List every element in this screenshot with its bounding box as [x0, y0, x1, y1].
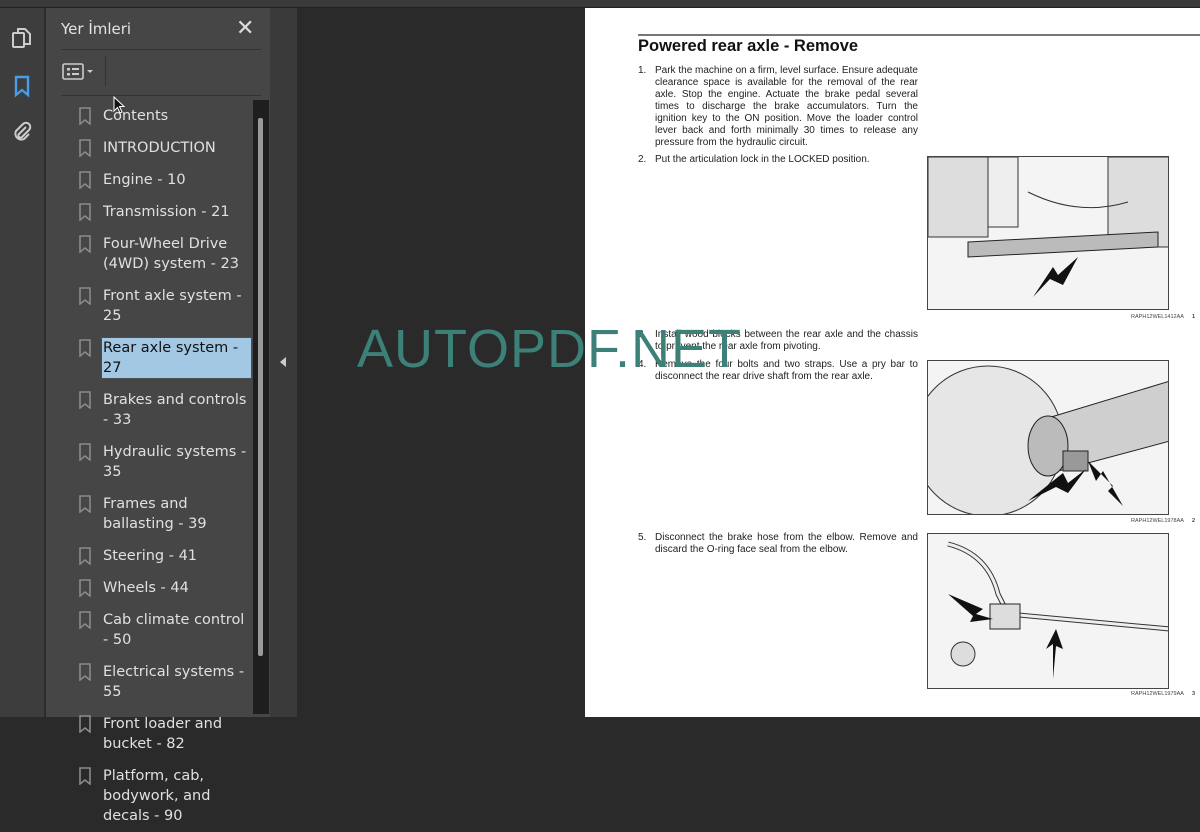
- bookmark-icon: [79, 107, 91, 125]
- panel-title: Yer İmleri: [61, 20, 132, 38]
- step-number: 1.: [638, 65, 647, 76]
- bookmark-icon: [79, 339, 91, 357]
- bookmark-label: Engine - 10: [103, 172, 186, 188]
- bookmark-item[interactable]: Four-Wheel Drive (4WD) system - 23: [61, 228, 256, 280]
- divider: [61, 49, 261, 50]
- bookmark-item[interactable]: Steering - 41: [61, 540, 256, 572]
- bookmark-item[interactable]: Wheels - 44: [61, 572, 256, 604]
- figure-2-image: [927, 360, 1169, 515]
- step-number: 5.: [638, 532, 647, 543]
- bookmark-label: Brakes and controls - 33: [103, 392, 247, 428]
- step-text: Park the machine on a firm, level surfac…: [655, 65, 918, 148]
- bookmark-label: Hydraulic systems - 35: [103, 444, 247, 480]
- bookmark-label: Four-Wheel Drive (4WD) system - 23: [103, 236, 239, 272]
- bookmarks-panel: Yer İmleri ✕ Contents INTRODUCTION Engine …: [46, 8, 270, 824]
- heading-rule: [638, 34, 1200, 36]
- bookmark-icon: [79, 391, 91, 409]
- bookmark-item[interactable]: Engine - 10: [61, 164, 256, 196]
- divider: [105, 56, 106, 86]
- step-2: 2. Put the articulation lock in the LOCKE…: [638, 154, 918, 166]
- mouse-cursor-icon: [113, 96, 126, 114]
- step-4: 4. Remove the four bolts and two straps. …: [638, 359, 918, 383]
- bookmark-label: Wheels - 44: [103, 580, 189, 596]
- panel-collapse-handle[interactable]: [270, 8, 297, 717]
- bookmark-item[interactable]: Front loader and bucket - 82: [61, 708, 256, 760]
- bookmark-item[interactable]: INTRODUCTION: [61, 132, 256, 164]
- bookmark-icon: [79, 203, 91, 221]
- figure-number: 1: [1191, 314, 1195, 320]
- figure-1-caption: RAPH12WEL1412AA 1: [1105, 314, 1195, 320]
- bookmark-item[interactable]: Brakes and controls - 33: [61, 384, 256, 436]
- bookmark-label: Front loader and bucket - 82: [103, 716, 223, 752]
- bookmark-icon: [79, 287, 91, 305]
- step-text: Install wood blocks between the rear axl…: [655, 329, 918, 352]
- bookmark-icon: [79, 171, 91, 189]
- bookmark-icon: [79, 495, 91, 513]
- top-toolbar: [0, 0, 1200, 8]
- bookmark-icon: [79, 579, 91, 597]
- bookmark-label: Front axle system - 25: [103, 288, 242, 324]
- step-text: Put the articulation lock in the LOCKED …: [655, 154, 870, 165]
- figure-number: 2: [1191, 518, 1195, 524]
- step-text: Disconnect the brake hose from the elbow…: [655, 532, 918, 555]
- bookmark-label: Electrical systems - 55: [103, 664, 245, 700]
- bookmark-label: Frames and ballasting - 39: [103, 496, 207, 532]
- step-number: 4.: [638, 359, 647, 370]
- bookmark-label: INTRODUCTION: [103, 140, 216, 156]
- bookmark-item[interactable]: Rear axle system - 27: [61, 332, 256, 384]
- bookmark-item[interactable]: Front axle system - 25: [61, 280, 256, 332]
- bookmark-list: Contents INTRODUCTION Engine - 10 Transmiss…: [61, 100, 256, 832]
- figure-number: 3: [1191, 691, 1195, 697]
- figure-code: RAPH12WEL1979AA: [1131, 691, 1184, 697]
- bookmark-icon: [79, 715, 91, 733]
- scrollbar-thumb[interactable]: [258, 118, 263, 656]
- step-number: 2.: [638, 154, 647, 165]
- document-page: Powered rear axle - Remove 1. Park the ma…: [585, 8, 1200, 717]
- bookmark-item[interactable]: Hydraulic systems - 35: [61, 436, 256, 488]
- attachment-icon[interactable]: [10, 120, 34, 144]
- bookmark-icon: [79, 235, 91, 253]
- figure-code: RAPH12WEL1978AA: [1131, 518, 1184, 524]
- bookmark-item[interactable]: Frames and ballasting - 39: [61, 488, 256, 540]
- figure-2-caption: RAPH12WEL1978AA 2: [1105, 518, 1195, 524]
- step-3: 3. Install wood blocks between the rear a…: [638, 329, 918, 353]
- step-text: Remove the four bolts and two straps. Us…: [655, 359, 918, 382]
- bookmark-item[interactable]: Transmission - 21: [61, 196, 256, 228]
- bookmark-label: Cab climate control - 50: [103, 612, 245, 648]
- bookmark-icon: [79, 547, 91, 565]
- figure-3-caption: RAPH12WEL1979AA 3: [1105, 691, 1195, 697]
- bookmark-item[interactable]: Cab climate control - 50: [61, 604, 256, 656]
- step-1: 1. Park the machine on a firm, level surf…: [638, 65, 918, 149]
- bookmark-icon: [79, 611, 91, 629]
- bookmark-label: Rear axle system - 27: [101, 337, 252, 379]
- close-icon[interactable]: ✕: [236, 16, 254, 41]
- bookmark-icon[interactable]: [10, 74, 34, 98]
- left-icon-rail: [0, 8, 45, 717]
- bookmark-item[interactable]: Electrical systems - 55: [61, 656, 256, 708]
- scrollbar[interactable]: [253, 100, 269, 714]
- figure-3-image: [927, 533, 1169, 689]
- step-number: 3.: [638, 329, 647, 340]
- figure-1-image: [927, 156, 1169, 310]
- figure-code: RAPH12WEL1412AA: [1131, 314, 1184, 320]
- bookmark-icon: [79, 767, 91, 785]
- list-options-icon[interactable]: [62, 62, 98, 82]
- collapse-arrow-icon[interactable]: [280, 357, 286, 367]
- step-5: 5. Disconnect the brake hose from the elb…: [638, 532, 918, 556]
- bookmark-icon: [79, 663, 91, 681]
- bookmark-label: Platform, cab, bodywork, and decals - 90: [103, 768, 211, 824]
- bookmark-icon: [79, 139, 91, 157]
- page-heading: Powered rear axle - Remove: [638, 37, 859, 55]
- divider: [61, 95, 261, 96]
- pages-icon[interactable]: [10, 26, 34, 50]
- bookmark-label: Steering - 41: [103, 548, 198, 564]
- bookmark-item[interactable]: Platform, cab, bodywork, and decals - 90: [61, 760, 256, 832]
- bookmark-item[interactable]: Contents: [61, 100, 256, 132]
- bookmark-icon: [79, 443, 91, 461]
- bookmark-label: Transmission - 21: [103, 204, 230, 220]
